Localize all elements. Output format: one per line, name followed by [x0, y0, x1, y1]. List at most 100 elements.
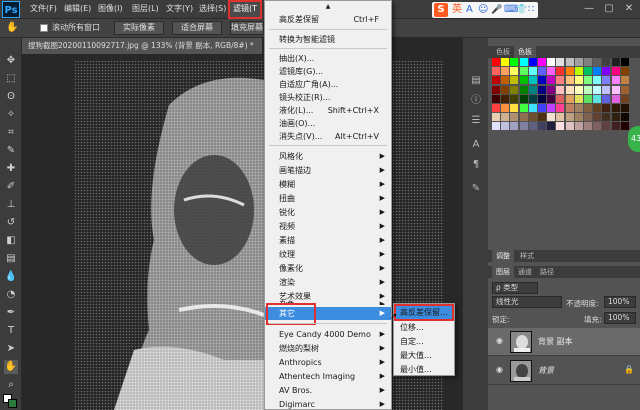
swatch[interactable] — [510, 76, 519, 85]
swatch[interactable] — [611, 85, 620, 94]
menu-item-blur[interactable]: 模糊 ▶ — [265, 178, 391, 191]
swatch[interactable] — [556, 94, 565, 103]
swatch[interactable] — [602, 104, 611, 112]
menu-item-brush-strokes[interactable]: 画笔描边 ▶ — [265, 164, 391, 177]
submenu-item-custom[interactable]: 自定... — [394, 335, 454, 348]
swatch[interactable] — [565, 85, 574, 94]
swatch[interactable] — [556, 85, 565, 94]
swatch[interactable] — [556, 122, 565, 131]
swatch[interactable] — [528, 67, 537, 76]
swatch[interactable] — [611, 76, 620, 85]
menu-scroll-up-icon[interactable]: ▲ — [265, 3, 391, 11]
menu-layer[interactable]: 图层(L) — [132, 3, 159, 14]
swatch[interactable] — [492, 104, 500, 112]
swatch[interactable] — [602, 58, 611, 66]
swatch[interactable] — [611, 104, 620, 112]
swatch[interactable] — [565, 58, 574, 66]
layer-row[interactable]: ◉ 背景 🔒 — [488, 357, 640, 385]
swatch[interactable] — [528, 94, 537, 103]
layer-row[interactable]: ◉ 背景 副本 — [488, 328, 640, 356]
swatch[interactable] — [547, 122, 556, 131]
swatch[interactable] — [547, 85, 556, 94]
swatch[interactable] — [492, 67, 500, 76]
move-tool-icon[interactable]: ✥ — [4, 54, 18, 68]
close-icon[interactable]: ✕ — [622, 2, 636, 16]
pen-tool-icon[interactable]: ✒ — [4, 306, 18, 320]
swatch[interactable] — [501, 58, 510, 66]
swatch[interactable] — [602, 113, 611, 122]
swatch[interactable] — [556, 58, 565, 66]
ime-punct-icon[interactable]: A — [466, 3, 473, 17]
swatch[interactable] — [584, 67, 592, 76]
swatch[interactable] — [492, 94, 500, 103]
swatch[interactable] — [620, 58, 629, 66]
menu-item-video[interactable]: 视频 ▶ — [265, 220, 391, 233]
tab-layers[interactable]: 图层 — [492, 266, 514, 278]
swatch[interactable] — [528, 104, 537, 112]
crop-tool-icon[interactable]: ⌗ — [4, 126, 18, 140]
fill-input[interactable]: 100% — [604, 312, 636, 324]
menu-item-render[interactable]: 渲染 ▶ — [265, 276, 391, 289]
tab-swatches[interactable]: 色板 — [514, 46, 536, 58]
swatch[interactable] — [538, 104, 546, 112]
swatch[interactable] — [528, 58, 537, 66]
swatch[interactable] — [593, 67, 602, 76]
swatch[interactable] — [519, 104, 528, 112]
swatch[interactable] — [593, 85, 602, 94]
swatch[interactable] — [565, 67, 574, 76]
submenu-item-maximum[interactable]: 最大值... — [394, 349, 454, 362]
marquee-tool-icon[interactable]: ⬚ — [4, 72, 18, 86]
swatch[interactable] — [492, 122, 500, 131]
visibility-eye-icon[interactable]: ◉ — [496, 365, 506, 375]
fit-screen-button[interactable]: 适合屏幕 — [172, 21, 222, 35]
menu-item-stylize[interactable]: 风格化 ▶ — [265, 150, 391, 163]
ime-menu-icon[interactable]: ∷ — [528, 3, 534, 17]
tab-styles[interactable]: 样式 — [516, 250, 538, 262]
menu-item-distort[interactable]: 扭曲 ▶ — [265, 192, 391, 205]
menu-item-av-bros[interactable]: AV Bros. ▶ — [265, 384, 391, 397]
swatch[interactable] — [492, 58, 500, 66]
tab-paths[interactable]: 路径 — [536, 266, 558, 278]
info-panel-icon[interactable]: ⓘ — [469, 94, 483, 108]
swatch[interactable] — [510, 85, 519, 94]
swatch[interactable] — [620, 76, 629, 85]
menu-edit[interactable]: 编辑(E) — [64, 3, 91, 14]
stamp-tool-icon[interactable]: ⊥ — [4, 198, 18, 212]
properties-panel-icon[interactable]: ☰ — [469, 114, 483, 128]
swatch[interactable] — [492, 76, 500, 85]
swatch[interactable] — [538, 76, 546, 85]
swatch[interactable] — [538, 58, 546, 66]
tab-channels[interactable]: 通道 — [514, 266, 536, 278]
swatch[interactable] — [593, 122, 602, 131]
swatch[interactable] — [593, 58, 602, 66]
menu-item-smart-filter[interactable]: 转换为智能滤镜 — [265, 33, 391, 46]
background-color-swatch[interactable] — [8, 399, 17, 408]
ime-skin-icon[interactable]: 👕 — [516, 3, 527, 17]
menu-item-vanishing-point[interactable]: 消失点(V)... Alt+Ctrl+V — [265, 130, 391, 143]
swatch[interactable] — [620, 113, 629, 122]
swatch[interactable] — [528, 76, 537, 85]
hand-tool-icon[interactable]: ✋ — [4, 360, 18, 374]
swatch[interactable] — [501, 122, 510, 131]
swatch[interactable] — [565, 113, 574, 122]
brush-panel-icon[interactable]: ✎ — [469, 182, 483, 196]
menu-item-last-filter[interactable]: 高反差保留 Ctrl+F — [265, 13, 391, 26]
swatch[interactable] — [602, 85, 611, 94]
swatch[interactable] — [620, 104, 629, 112]
swatch[interactable] — [510, 58, 519, 66]
swatch[interactable] — [510, 94, 519, 103]
menu-item-sketch[interactable]: 素描 ▶ — [265, 234, 391, 247]
tab-adjustments[interactable]: 调整 — [492, 250, 514, 262]
swatch[interactable] — [593, 94, 602, 103]
swatch[interactable] — [584, 85, 592, 94]
sogou-logo-icon[interactable]: S — [434, 3, 448, 17]
swatch[interactable] — [528, 122, 537, 131]
swatch[interactable] — [538, 67, 546, 76]
swatch[interactable] — [593, 113, 602, 122]
swatch[interactable] — [611, 113, 620, 122]
swatch[interactable] — [492, 113, 500, 122]
healing-tool-icon[interactable]: ✚ — [4, 162, 18, 176]
swatch[interactable] — [620, 67, 629, 76]
gradient-tool-icon[interactable]: ▤ — [4, 252, 18, 266]
swatch[interactable] — [574, 113, 583, 122]
